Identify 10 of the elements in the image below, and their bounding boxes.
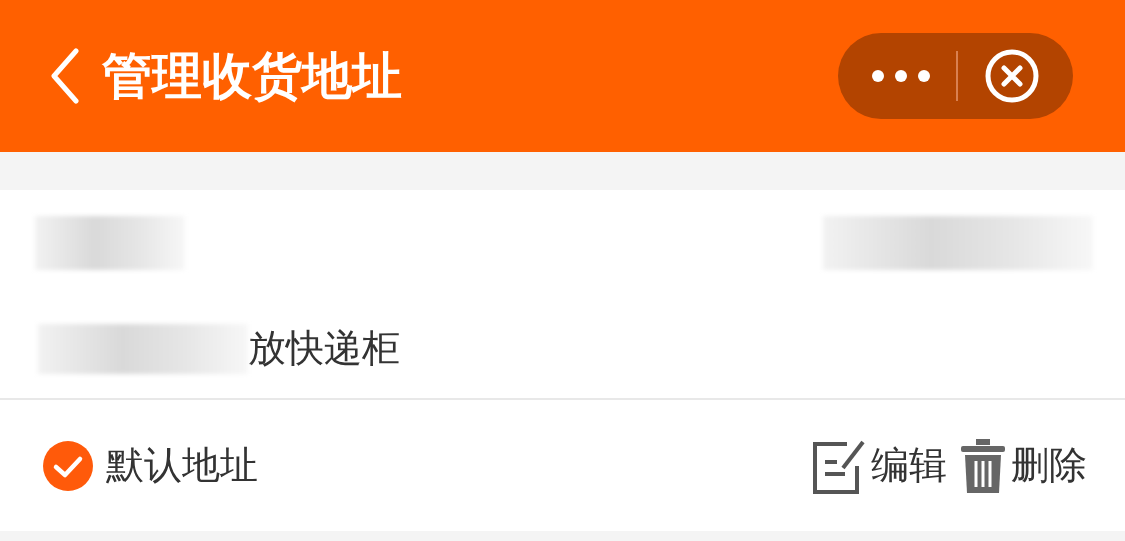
more-icon[interactable] <box>870 69 931 83</box>
close-icon[interactable] <box>984 48 1041 104</box>
address-detail: 放快递柜 <box>248 325 400 372</box>
edit-button[interactable]: 编辑 <box>809 435 947 496</box>
delete-button[interactable]: 删除 <box>959 436 1087 495</box>
back-icon[interactable] <box>50 48 80 104</box>
default-address-label: 默认地址 <box>106 442 258 489</box>
check-circle-icon[interactable] <box>42 439 94 492</box>
trash-icon <box>959 436 1007 495</box>
page-title: 管理收货地址 <box>102 45 403 107</box>
